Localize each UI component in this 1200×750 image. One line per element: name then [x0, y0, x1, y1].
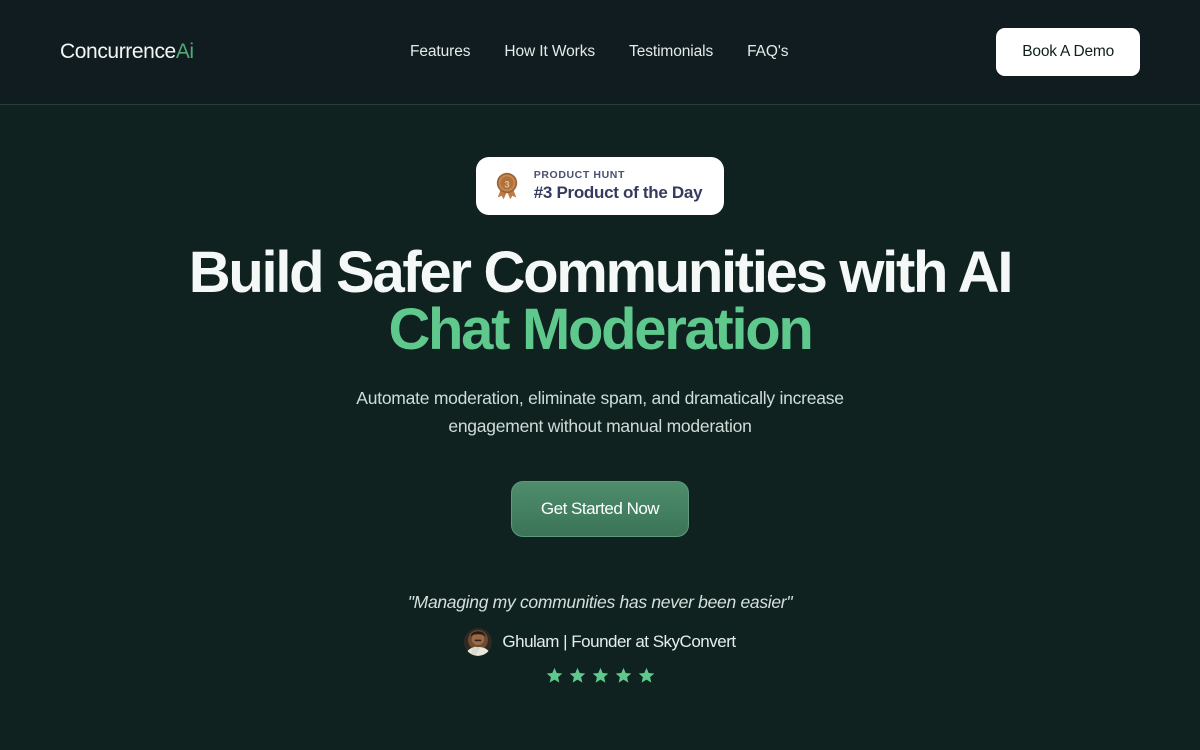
logo[interactable]: ConcurrenceAi	[60, 40, 194, 64]
testimonial-quote: "Managing my communities has never been …	[407, 592, 793, 612]
medal-icon: 3	[496, 172, 517, 200]
product-hunt-badge[interactable]: 3 PRODUCT HUNT #3 Product of the Day	[475, 157, 725, 215]
star-icon	[546, 667, 562, 683]
get-started-button[interactable]: Get Started Now	[510, 481, 690, 537]
star-icon	[592, 667, 608, 683]
star-icon	[569, 667, 585, 683]
site-header: ConcurrenceAi Features How It Works Test…	[0, 0, 1200, 105]
nav-item-how-it-works[interactable]: How It Works	[504, 43, 595, 61]
testimonial-attribution: Ghulam | Founder at SkyConvert	[464, 628, 736, 656]
star-icon	[615, 667, 631, 683]
headline-line-1: Build Safer Communities with AI	[188, 240, 1014, 305]
book-a-demo-button[interactable]: Book A Demo	[996, 28, 1140, 76]
nav-item-features[interactable]: Features	[410, 43, 470, 61]
main-nav: Features How It Works Testimonials FAQ's	[410, 43, 788, 61]
avatar	[464, 628, 493, 656]
star-rating	[546, 667, 655, 684]
hero-section: 3 PRODUCT HUNT #3 Product of the Day Bui…	[0, 105, 1200, 750]
headline-line-2: Chat Moderation	[388, 297, 813, 362]
medal-number: 3	[504, 179, 509, 190]
nav-item-testimonials[interactable]: Testimonials	[629, 43, 713, 61]
badge-kicker: PRODUCT HUNT	[533, 169, 625, 181]
logo-text: Concurrence	[60, 40, 176, 63]
hero-headline: Build Safer Communities with AI Chat Mod…	[189, 244, 1014, 359]
nav-item-faqs[interactable]: FAQ's	[747, 43, 788, 61]
hero-subtitle: Automate moderation, eliminate spam, and…	[356, 388, 844, 436]
star-icon	[638, 667, 654, 683]
badge-text-group: PRODUCT HUNT #3 Product of the Day	[533, 169, 703, 203]
badge-title: #3 Product of the Day	[533, 183, 703, 202]
testimonial-author: Ghulam | Founder at SkyConvert	[502, 632, 736, 651]
logo-accent: Ai	[175, 40, 194, 63]
